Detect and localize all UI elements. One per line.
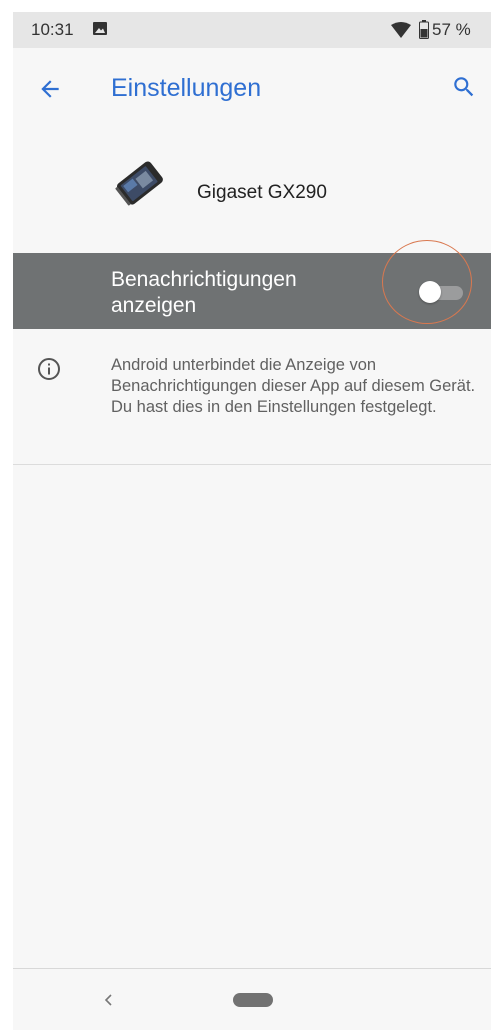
info-text: Android unterbindet die Anzeige von Bena… — [111, 356, 476, 416]
highlight-circle — [382, 240, 472, 324]
nav-back-icon[interactable] — [101, 992, 117, 1008]
phone-screen: 10:31 57 % Einstellungen Gigaset GX290 B… — [13, 12, 491, 1030]
nav-divider — [13, 968, 491, 969]
page-title: Einstellungen — [111, 74, 262, 102]
battery-percentage: 57 % — [432, 20, 471, 39]
app-bar: Einstellungen — [13, 48, 491, 132]
divider — [13, 464, 491, 465]
info-icon — [38, 358, 60, 380]
wifi-icon — [391, 22, 411, 38]
info-section: Android unterbindet die Anzeige von Bena… — [13, 329, 491, 465]
image-icon — [93, 22, 107, 35]
home-pill-icon[interactable] — [233, 993, 273, 1007]
search-icon[interactable] — [451, 74, 477, 100]
arrow-back-icon[interactable] — [37, 76, 63, 102]
show-notifications-label: Benachrichtigungen anzeigen — [111, 268, 297, 317]
phone-icon — [115, 161, 163, 206]
status-bar: 10:31 57 % — [13, 12, 491, 48]
app-header: Gigaset GX290 — [13, 152, 491, 232]
app-name: Gigaset GX290 — [197, 182, 327, 203]
battery-icon — [419, 20, 429, 39]
status-time: 10:31 — [31, 20, 74, 39]
